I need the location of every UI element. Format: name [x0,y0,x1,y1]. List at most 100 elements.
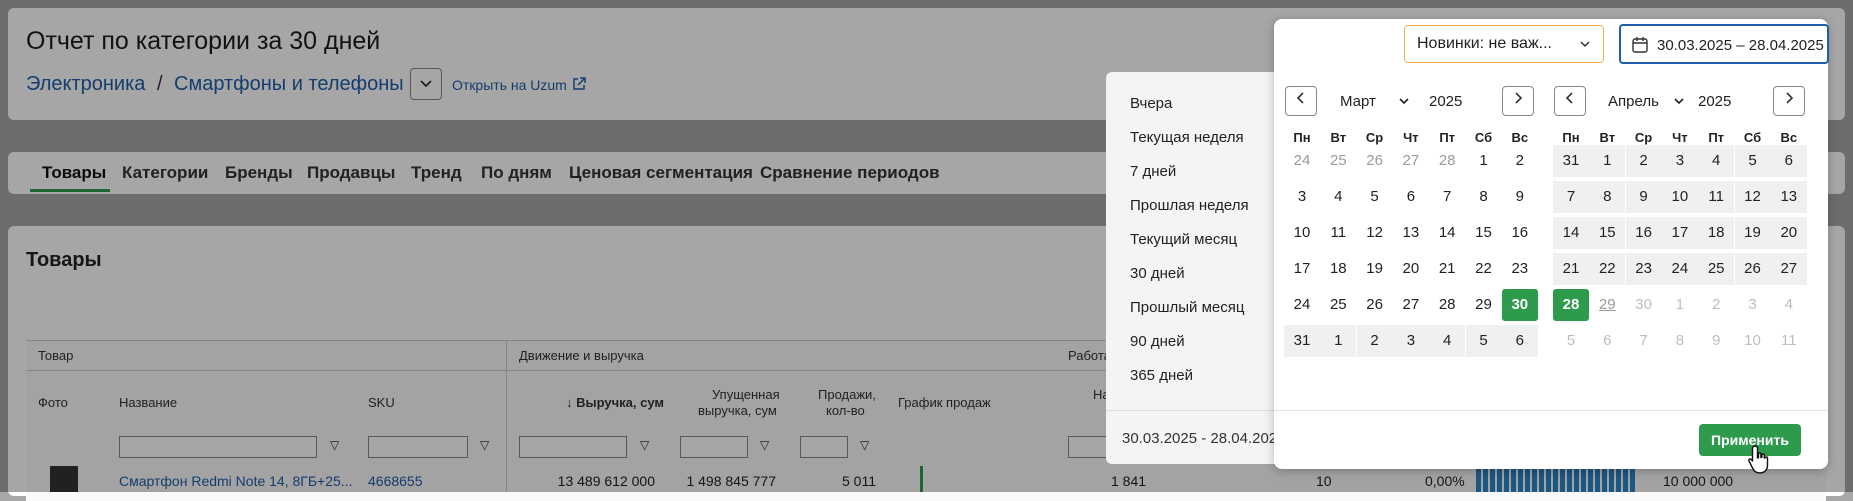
calendar-day[interactable]: 18 [1698,217,1735,249]
calendar-day[interactable]: 10 [1661,181,1698,213]
calendar-day[interactable]: 31 [1284,325,1320,357]
calendar-day[interactable]: 11 [1698,181,1735,213]
calendar-day[interactable]: 15 [1589,217,1626,249]
calendar-day[interactable]: 2 [1625,145,1662,177]
filter-lost-icon[interactable]: ▽ [760,438,769,452]
col-revenue[interactable]: ↓ Выручка, сум [566,395,664,410]
filter-sales-icon[interactable]: ▽ [860,438,869,452]
calendar-day[interactable]: 24 [1661,253,1698,285]
calendar-day[interactable]: 26 [1357,289,1393,321]
calendar-day[interactable]: 2 [1502,145,1538,177]
calendar-day[interactable]: 13 [1770,181,1807,213]
breadcrumb-electronics[interactable]: Электроника [26,73,145,96]
calendar-day[interactable]: 21 [1429,253,1465,285]
calendar-day[interactable]: 26 [1734,253,1771,285]
calendar-day[interactable]: 6 [1393,181,1429,213]
calendar-day[interactable]: 9 [1502,181,1538,213]
filter-sku-input[interactable] [368,436,468,458]
calendar-day[interactable]: 3 [1392,325,1429,357]
novelty-filter-dropdown[interactable]: Новинки: не важ... [1404,25,1604,63]
preset-7-days[interactable]: 7 дней [1130,163,1176,180]
calendar-day[interactable]: 11 [1320,217,1356,249]
calendar-day[interactable]: 19 [1357,253,1393,285]
calendar-day[interactable]: 14 [1429,217,1465,249]
col-sales-1[interactable]: Продажи, [818,387,876,402]
calendar-day[interactable]: 25 [1320,289,1356,321]
calendar-day[interactable]: 5 [1357,181,1393,213]
preset-current-week[interactable]: Текущая неделя [1130,129,1244,146]
calendar-day[interactable]: 20 [1393,253,1429,285]
tab-trend[interactable]: Тренд [411,163,462,183]
calendar-day[interactable]: 22 [1466,253,1502,285]
filter-revenue-input[interactable] [519,436,627,458]
filter-name-icon[interactable]: ▽ [330,438,339,452]
next-month-button-left[interactable] [1502,86,1534,116]
filter-sku-icon[interactable]: ▽ [480,438,489,452]
calendar-day[interactable]: 8 [1466,181,1502,213]
calendar-day[interactable]: 19 [1734,217,1771,249]
breadcrumb-smartphones[interactable]: Смартфоны и телефоны [174,73,404,96]
calendar-day[interactable]: 2 [1356,325,1393,357]
calendar-day[interactable]: 25 [1698,253,1735,285]
calendar-day[interactable]: 27 [1770,253,1807,285]
right-year-label[interactable]: 2025 [1698,93,1731,110]
calendar-day[interactable]: 16 [1625,217,1662,249]
calendar-day[interactable]: 1 [1466,145,1502,177]
calendar-day[interactable]: 17 [1661,217,1698,249]
calendar-day[interactable]: 10 [1284,217,1320,249]
calendar-day[interactable]: 12 [1734,181,1771,213]
date-range-input[interactable]: 30.03.2025 – 28.04.2025 [1619,24,1829,64]
calendar-day[interactable]: 4 [1698,145,1735,177]
calendar-day[interactable]: 24 [1284,289,1320,321]
calendar-day[interactable]: 17 [1284,253,1320,285]
calendar-day[interactable]: 4 [1429,325,1466,357]
calendar-day[interactable]: 8 [1589,181,1626,213]
col-name[interactable]: Название [119,395,177,410]
row-name-link[interactable]: Смартфон Redmi Note 14, 8ГБ+25... [119,473,352,489]
calendar-day[interactable]: 18 [1320,253,1356,285]
row-sku-link[interactable]: 4668655 [368,473,423,489]
calendar-day[interactable]: 4 [1320,181,1356,213]
calendar-day[interactable]: 3 [1284,181,1320,213]
calendar-day[interactable]: 12 [1357,217,1393,249]
preset-30-days[interactable]: 30 дней [1130,265,1185,282]
calendar-day[interactable]: 5 [1465,325,1502,357]
calendar-day[interactable]: 27 [1393,289,1429,321]
tab-by-days[interactable]: По дням [481,163,552,183]
preset-current-month[interactable]: Текущий месяц [1130,231,1237,248]
range-start-day[interactable]: 30 [1501,289,1538,321]
calendar-day[interactable]: 3 [1661,145,1698,177]
calendar-day[interactable]: 6 [1770,145,1807,177]
calendar-day[interactable]: 1 [1320,325,1357,357]
calendar-day[interactable]: 9 [1625,181,1662,213]
tab-period-comparison[interactable]: Сравнение периодов [760,163,940,183]
calendar-day[interactable]: 28 [1429,289,1465,321]
calendar-day[interactable]: 13 [1393,217,1429,249]
preset-last-month[interactable]: Прошлый месяц [1130,299,1244,316]
left-year-label[interactable]: 2025 [1429,93,1462,110]
calendar-day[interactable]: 15 [1466,217,1502,249]
left-month-select[interactable]: Март [1340,93,1410,110]
prev-month-button[interactable] [1285,86,1317,116]
calendar-day[interactable]: 31 [1553,145,1589,177]
filter-na-input[interactable] [1068,436,1110,458]
prev-month-button-right[interactable] [1554,86,1586,116]
range-end-day[interactable]: 28 [1553,289,1589,321]
filter-lost-input[interactable] [680,436,748,458]
preset-last-week[interactable]: Прошлая неделя [1130,197,1249,214]
calendar-day[interactable]: 7 [1553,181,1589,213]
preset-90-days[interactable]: 90 дней [1130,333,1185,350]
tab-products[interactable]: Товары [42,163,106,183]
calendar-day[interactable]: 14 [1553,217,1589,249]
tab-sellers[interactable]: Продавцы [307,163,395,183]
calendar-day[interactable]: 16 [1502,217,1538,249]
calendar-day[interactable]: 23 [1502,253,1538,285]
tab-brands[interactable]: Бренды [225,163,293,183]
calendar-day[interactable]: 29 [1466,289,1502,321]
right-month-select[interactable]: Апрель [1608,93,1685,110]
filter-sales-input[interactable] [800,436,848,458]
calendar-day[interactable]: 6 [1501,325,1538,357]
filter-name-input[interactable] [119,436,317,458]
col-sku[interactable]: SKU [368,395,395,410]
calendar-day[interactable]: 7 [1429,181,1465,213]
